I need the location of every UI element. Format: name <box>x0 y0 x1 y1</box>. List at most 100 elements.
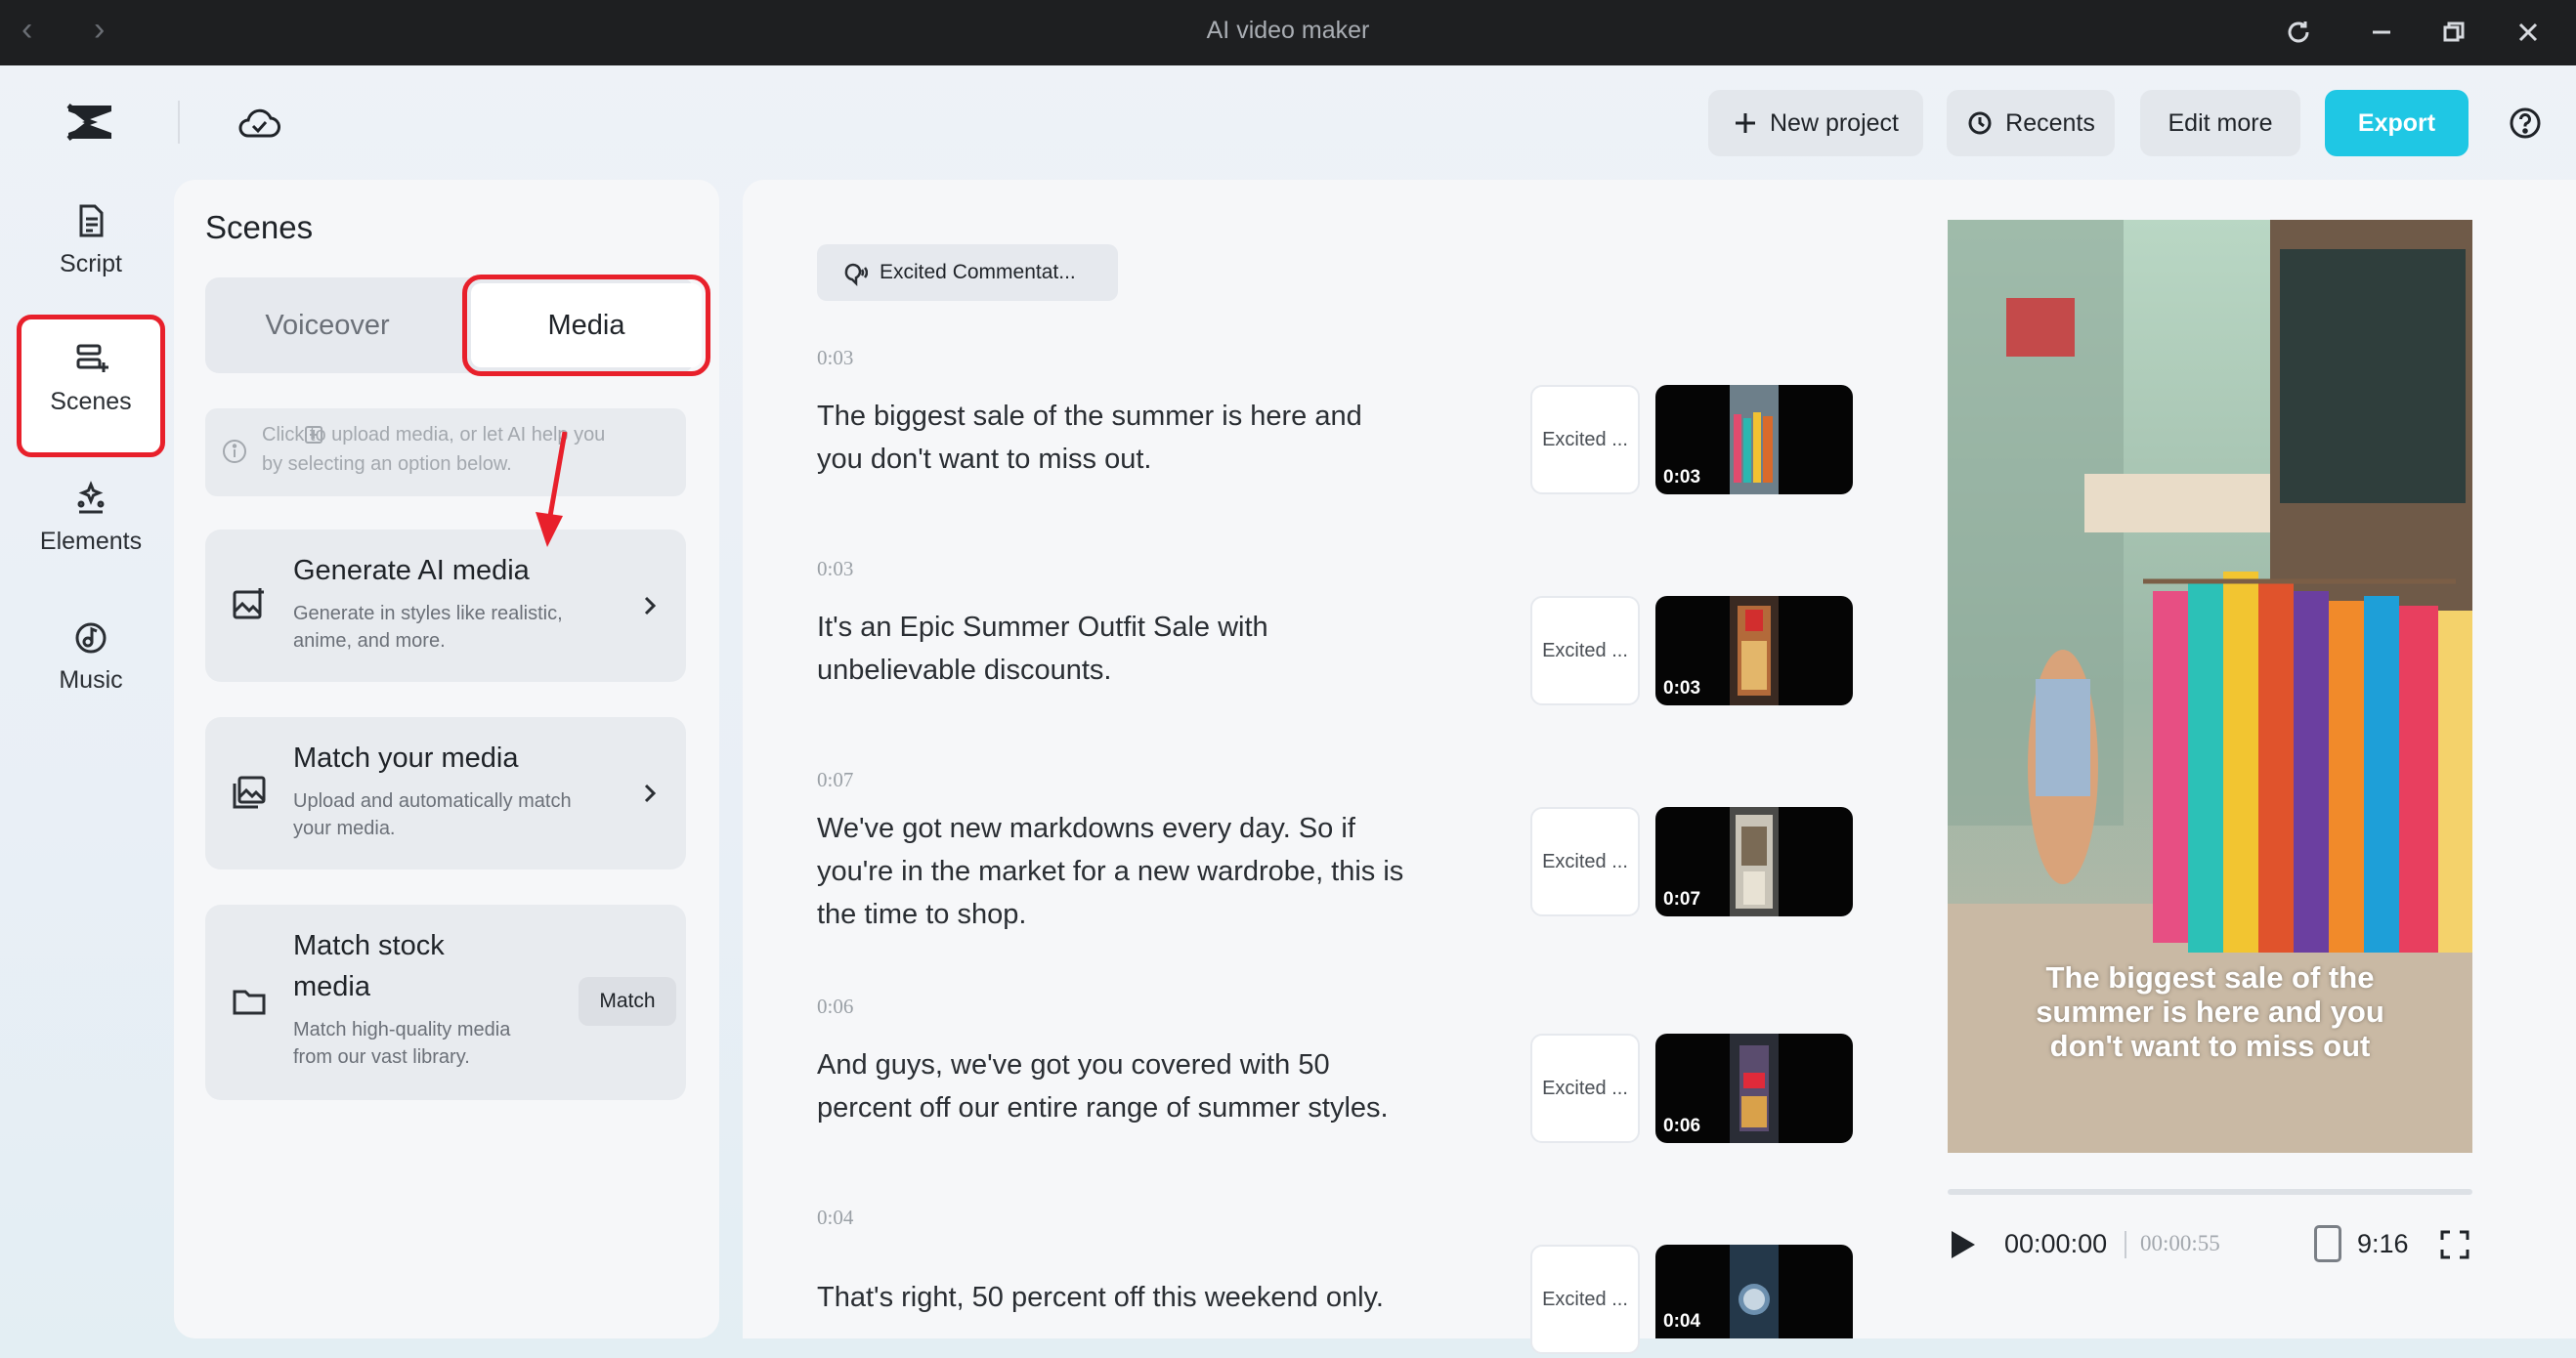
match-button[interactable]: Match <box>579 977 676 1026</box>
scene-item[interactable]: 0:03 It's an Epic Summer Outfit Sale wit… <box>817 557 1853 713</box>
scene-text-line: That's right, 50 percent off this weeken… <box>817 1282 1384 1313</box>
folder-icon <box>231 983 268 1020</box>
caption-line: summer is here and you <box>2036 995 2384 1029</box>
scene-item[interactable]: 0:06 And guys, we've got you covered wit… <box>817 995 1853 1151</box>
scene-text[interactable]: And guys, we've got you covered with 50 … <box>817 1043 1442 1129</box>
video-caption: The biggest sale of the summer is here a… <box>1987 960 2433 1063</box>
scene-text-line: percent off our entire range of summer s… <box>817 1092 1389 1124</box>
mood-button[interactable]: Excited ... <box>1530 1034 1640 1143</box>
scene-time: 0:03 <box>817 346 854 369</box>
scene-thumbnail[interactable]: 0:06 <box>1655 1034 1853 1143</box>
scenes-icon <box>76 344 108 372</box>
rail-label-scenes: Scenes <box>50 388 132 415</box>
scene-text-line: you're in the market for a new wardrobe,… <box>817 856 1404 887</box>
rail-item-scenes[interactable]: Scenes <box>17 315 165 457</box>
match-stock-media-card[interactable]: Match stock media Match high-quality med… <box>205 905 686 1100</box>
upload-icon[interactable] <box>303 424 324 446</box>
scene-text[interactable]: We've got new markdowns every day. So if… <box>817 807 1442 936</box>
cloud-sync-icon[interactable] <box>235 101 283 144</box>
voice-selector[interactable]: Excited Commentat... <box>817 244 1118 301</box>
close-icon[interactable] <box>2506 10 2551 55</box>
chevron-right-icon <box>644 784 657 803</box>
chevron-right-icon <box>644 596 657 615</box>
minimize-icon[interactable] <box>2359 10 2404 55</box>
mood-button[interactable]: Excited ... <box>1530 807 1640 916</box>
scene-item[interactable]: 0:04 That's right, 50 percent off this w… <box>817 1206 1853 1354</box>
scene-thumbnail[interactable]: 0:03 <box>1655 385 1853 494</box>
scenes-panel: Scenes Voiceover Media Click to upload m… <box>174 180 719 1338</box>
scene-duration: 0:03 <box>1663 467 1701 488</box>
script-icon <box>79 204 104 237</box>
scene-thumbnail[interactable]: 0:07 <box>1655 807 1853 916</box>
sale-store-thumbnail-image <box>1730 596 1779 705</box>
scene-item[interactable]: 0:03 The biggest sale of the summer is h… <box>817 346 1853 502</box>
header-divider <box>178 101 180 144</box>
current-time: 00:00:00 <box>2004 1229 2108 1258</box>
sale-sign-thumbnail-image <box>1730 1034 1779 1143</box>
storefront-thumbnail-image <box>1730 807 1779 916</box>
mood-button[interactable]: Excited ... <box>1530 596 1640 705</box>
match-your-media-card[interactable]: Match your media Upload and automaticall… <box>205 717 686 870</box>
scene-time: 0:07 <box>817 768 854 791</box>
scene-text[interactable]: It's an Epic Summer Outfit Sale with unb… <box>817 606 1442 692</box>
title-bar: ‹ › AI video maker <box>0 0 2576 65</box>
gallery-icon <box>231 774 268 811</box>
option-desc-line-1: Upload and automatically match <box>293 790 572 812</box>
mood-button[interactable]: Excited ... <box>1530 385 1640 494</box>
generate-ai-media-card[interactable]: Generate AI media Generate in styles lik… <box>205 530 686 682</box>
scene-item[interactable]: 0:07 We've got new markdowns every day. … <box>817 768 1853 963</box>
new-project-button[interactable]: New project <box>1708 90 1923 156</box>
scene-thumbnail[interactable]: 0:04 <box>1655 1245 1853 1338</box>
restore-icon[interactable] <box>2431 10 2476 55</box>
scene-text[interactable]: That's right, 50 percent off this weeken… <box>817 1276 1442 1319</box>
rail-label-script: Script <box>60 250 122 277</box>
scene-duration: 0:07 <box>1663 889 1701 910</box>
help-icon[interactable] <box>2508 106 2543 141</box>
scene-text-line: the time to shop. <box>817 899 1027 930</box>
scene-time: 0:03 <box>817 557 854 580</box>
mood-button[interactable]: Excited ... <box>1530 1245 1640 1354</box>
rail-label-elements: Elements <box>39 528 143 555</box>
scene-text-line: And guys, we've got you covered with 50 <box>817 1049 1330 1081</box>
option-title-line-1: Match stock <box>293 930 445 961</box>
scene-text-line: The biggest sale of the summer is here a… <box>817 401 1362 432</box>
export-button[interactable]: Export <box>2325 90 2469 156</box>
tab-voiceover[interactable]: Voiceover <box>205 277 450 373</box>
elements-icon <box>77 481 105 514</box>
hint-line-2: by selecting an option below. <box>262 453 512 475</box>
scene-text-line: you don't want to miss out. <box>817 444 1152 475</box>
option-desc-line-1: Generate in styles like realistic, <box>293 603 563 624</box>
rail-item-script[interactable]: Script <box>21 201 160 330</box>
playback-progress-bar[interactable] <box>1948 1189 2472 1195</box>
ai-image-icon <box>231 586 268 623</box>
clock-icon <box>1968 111 1992 135</box>
aspect-ratio-icon[interactable] <box>2314 1225 2341 1262</box>
edit-more-label: Edit more <box>2168 108 2273 137</box>
scene-text-line: It's an Epic Summer Outfit Sale with <box>817 612 1268 643</box>
scene-duration: 0:04 <box>1663 1311 1701 1332</box>
scene-thumbnail[interactable]: 0:03 <box>1655 596 1853 705</box>
option-title: Generate AI media <box>293 555 530 586</box>
recents-label: Recents <box>2005 108 2095 137</box>
music-icon <box>75 622 107 654</box>
upload-hint: Click to upload media, or let AI help yo… <box>205 408 686 496</box>
video-preview[interactable]: The biggest sale of the summer is here a… <box>1948 220 2472 1153</box>
edit-more-button[interactable]: Edit more <box>2140 90 2300 156</box>
rail-item-elements[interactable]: Elements <box>21 479 160 608</box>
aspect-ratio-label[interactable]: 9:16 <box>2357 1229 2409 1259</box>
refresh-icon[interactable] <box>2276 10 2321 55</box>
scene-time: 0:06 <box>817 995 854 1018</box>
total-time: 00:00:55 <box>2140 1231 2220 1255</box>
scene-duration: 0:06 <box>1663 1116 1701 1136</box>
rail-label-music: Music <box>59 666 123 694</box>
fullscreen-icon[interactable] <box>2439 1229 2470 1260</box>
caption-line: The biggest sale of the <box>2045 960 2375 995</box>
play-icon[interactable] <box>1948 1229 1977 1260</box>
rail-item-music[interactable]: Music <box>21 617 160 746</box>
tab-media[interactable]: Media <box>462 275 710 376</box>
recents-button[interactable]: Recents <box>1947 90 2115 156</box>
scene-text-line: We've got new markdowns every day. So if <box>817 813 1355 844</box>
voice-icon <box>844 263 868 287</box>
scene-text[interactable]: The biggest sale of the summer is here a… <box>817 395 1442 481</box>
clock-thumbnail-image <box>1730 1245 1779 1338</box>
